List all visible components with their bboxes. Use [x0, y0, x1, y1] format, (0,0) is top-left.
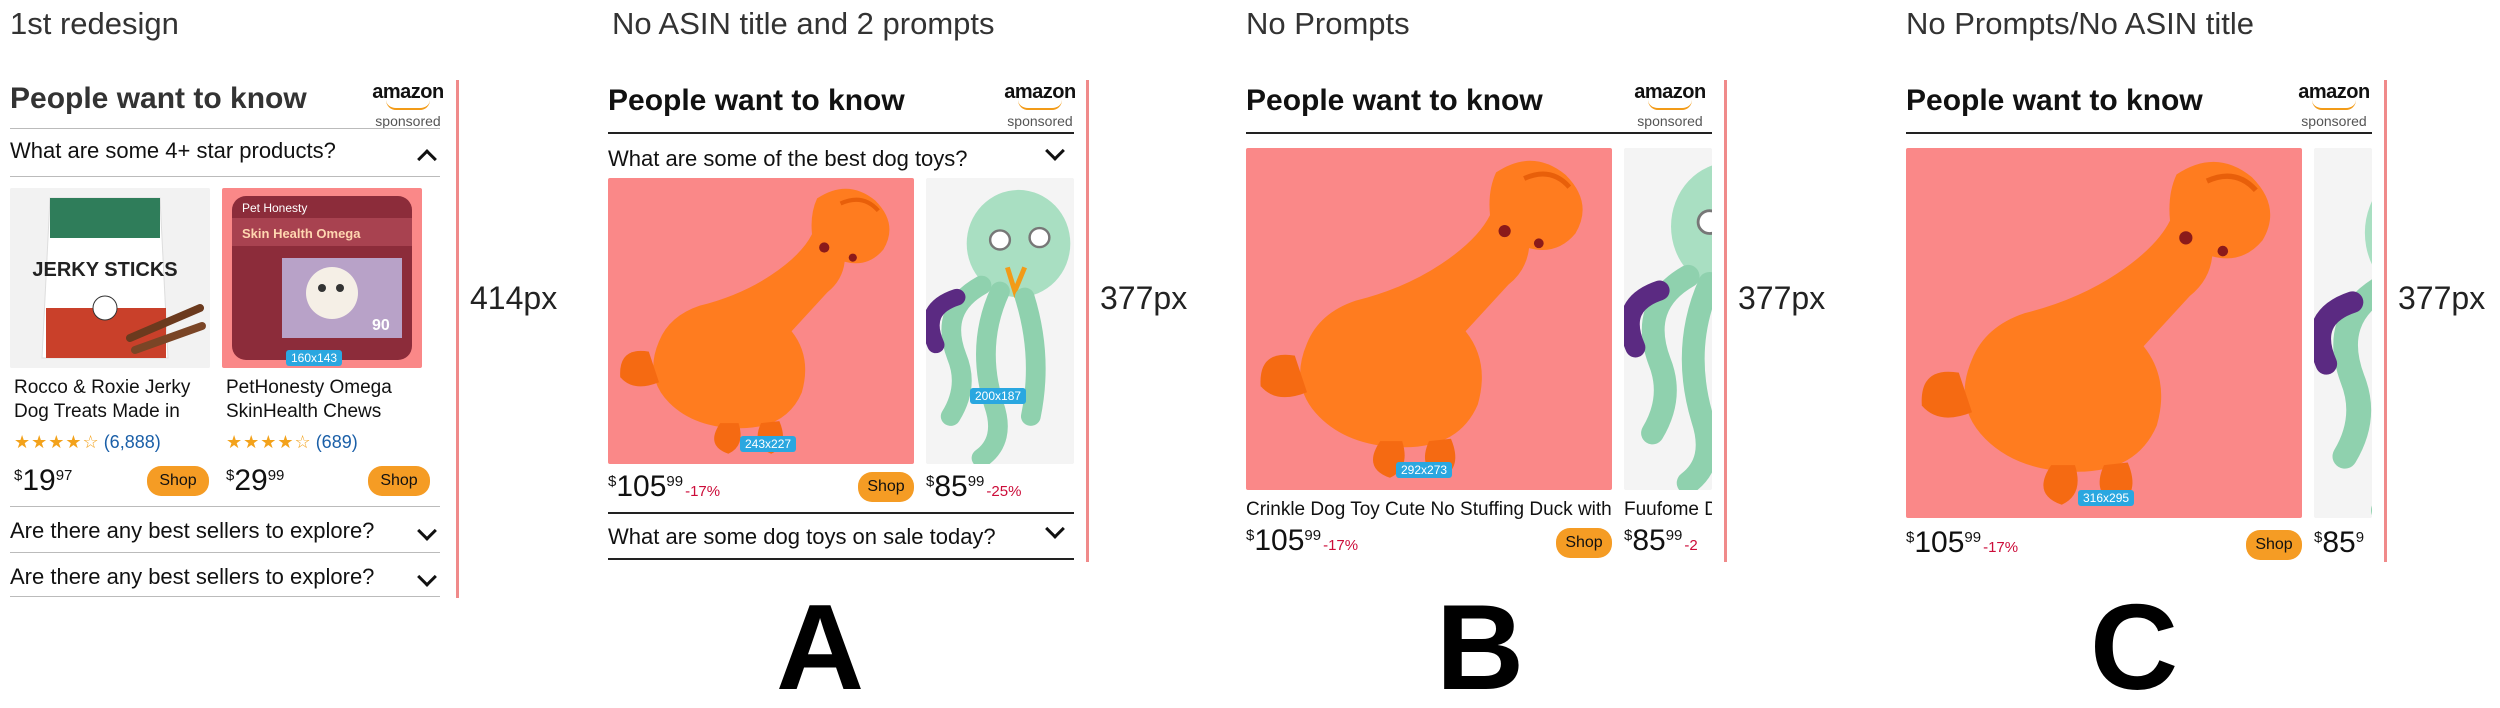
amazon-logo: amazon sponsored	[368, 82, 448, 129]
height-label-c: 377px	[2398, 280, 2486, 316]
discount-label: -2	[1684, 537, 1698, 554]
chevron-up-icon[interactable]	[417, 149, 437, 169]
prompt-best-dog-toys[interactable]: What are some of the best dog toys?	[608, 146, 968, 172]
sponsored-label: sponsored	[2301, 113, 2367, 129]
sponsored-label: sponsored	[1637, 113, 1703, 129]
discount-label: -17%	[1323, 537, 1359, 554]
amazon-logo: amazon sponsored	[2294, 82, 2374, 129]
height-label-a: 377px	[1100, 280, 1188, 316]
product-price: $1997	[14, 464, 73, 497]
chevron-down-icon[interactable]	[1045, 519, 1065, 539]
height-marker-line	[2384, 80, 2387, 562]
package-text: JERKY STICKS	[32, 259, 177, 281]
product-image-jerky-sticks[interactable]: JERKY STICKS	[10, 188, 210, 368]
discount-label: -17%	[1983, 539, 2019, 556]
prompt-4-star-products[interactable]: What are some 4+ star products?	[10, 138, 336, 164]
chevron-down-icon[interactable]	[1045, 141, 1065, 161]
divider	[10, 506, 440, 507]
product-image-octopus-toy[interactable]	[2314, 148, 2372, 518]
product-rating: ★★★★☆ (689)	[226, 432, 358, 453]
shop-button[interactable]: Shop	[147, 466, 209, 496]
widget-title: People want to know	[1906, 84, 2203, 117]
height-label-first: 414px	[470, 280, 558, 316]
height-marker-line	[1724, 80, 1727, 562]
review-count: (6,888)	[103, 432, 161, 452]
panel-variant-c: People want to know amazon sponsored 316…	[1906, 80, 2392, 562]
prompt-best-sellers[interactable]: Are there any best sellers to explore?	[10, 518, 374, 544]
panel-variant-a: People want to know amazon sponsored Wha…	[608, 80, 1090, 562]
dimension-badge: 160x143	[286, 350, 343, 366]
widget-title: People want to know	[10, 82, 307, 115]
variant-letter-a: A	[776, 579, 865, 708]
package-text: Skin Health Omega	[242, 226, 361, 241]
product-name[interactable]: Crinkle Dog Toy Cute No Stuffing Duck wi…	[1246, 498, 1612, 522]
variant-letter-b: B	[1436, 579, 1525, 708]
divider	[608, 512, 1074, 514]
shop-button[interactable]: Shop	[368, 466, 430, 496]
package-text: 90	[372, 317, 390, 334]
divider	[1246, 132, 1712, 134]
divider	[10, 596, 440, 597]
amazon-logo: amazon sponsored	[1000, 82, 1080, 129]
divider	[1906, 132, 2372, 134]
star-rating-icon: ★★★★☆	[226, 432, 312, 452]
caption-variant-c: No Prompts/No ASIN title	[1906, 6, 2255, 41]
product-image-duck-toy[interactable]	[608, 178, 914, 464]
divider	[10, 552, 440, 553]
divider	[10, 128, 440, 129]
caption-first-redesign: 1st redesign	[10, 6, 179, 41]
prompt-dog-toys-on-sale[interactable]: What are some dog toys on sale today?	[608, 524, 996, 550]
panel-variant-b: People want to know amazon sponsored 292…	[1246, 80, 1732, 562]
panel-first-redesign: People want to know amazon sponsored Wha…	[10, 80, 462, 600]
product-name[interactable]: PetHonesty Omega SkinHealth Chews	[226, 376, 392, 424]
product-name[interactable]: Rocco & Roxie Jerky Dog Treats Made in	[14, 376, 190, 424]
review-count: (689)	[315, 432, 358, 452]
caption-variant-a: No ASIN title and 2 prompts	[612, 6, 995, 41]
product-image-duck-toy[interactable]	[1906, 148, 2302, 518]
variant-letter-c: C	[2090, 579, 2179, 708]
package-text: Pet Honesty	[242, 201, 307, 215]
caption-variant-b: No Prompts	[1246, 6, 1410, 41]
product-price: $10599-17%	[1246, 524, 1359, 557]
widget-title: People want to know	[1246, 84, 1543, 117]
product-price: $8599-25%	[926, 470, 1022, 503]
product-price: $8599-2	[1624, 526, 1698, 556]
product-price: $10599-17%	[1906, 526, 2019, 559]
product-name[interactable]: Fuufome D	[1624, 498, 1712, 522]
product-rating: ★★★★☆ (6,888)	[14, 432, 161, 453]
product-image-octopus-toy[interactable]	[926, 178, 1074, 464]
sponsored-label: sponsored	[1007, 113, 1073, 129]
divider	[608, 132, 1074, 134]
amazon-logo: amazon sponsored	[1630, 82, 1710, 129]
dimension-badge: 292x273	[1396, 462, 1453, 478]
shop-button[interactable]: Shop	[1556, 528, 1612, 558]
sponsored-label: sponsored	[375, 113, 441, 129]
dimension-badge: 243x227	[740, 436, 797, 452]
product-price: $859	[2314, 528, 2365, 558]
prompt-best-sellers[interactable]: Are there any best sellers to explore?	[10, 564, 374, 590]
divider	[10, 176, 440, 177]
discount-label: -17%	[685, 483, 721, 500]
product-image-octopus-toy[interactable]	[1624, 148, 1712, 490]
product-price: $10599-17%	[608, 470, 721, 503]
product-image-duck-toy[interactable]	[1246, 148, 1612, 490]
discount-label: -25%	[986, 483, 1022, 500]
dimension-badge: 200x187	[970, 388, 1027, 404]
product-image-pethonesty[interactable]: Pet Honesty Skin Health Omega 90	[222, 188, 422, 368]
shop-button[interactable]: Shop	[858, 472, 914, 502]
widget-title: People want to know	[608, 84, 905, 117]
shop-button[interactable]: Shop	[2246, 530, 2302, 560]
star-rating-icon: ★★★★☆	[14, 432, 100, 452]
height-marker-line	[456, 80, 459, 598]
divider	[608, 558, 1074, 560]
height-label-b: 377px	[1738, 280, 1826, 316]
dimension-badge: 316x295	[2078, 490, 2135, 506]
chevron-down-icon[interactable]	[417, 521, 437, 541]
product-price: $2999	[226, 464, 285, 497]
height-marker-line	[1086, 80, 1089, 562]
chevron-down-icon[interactable]	[417, 567, 437, 587]
